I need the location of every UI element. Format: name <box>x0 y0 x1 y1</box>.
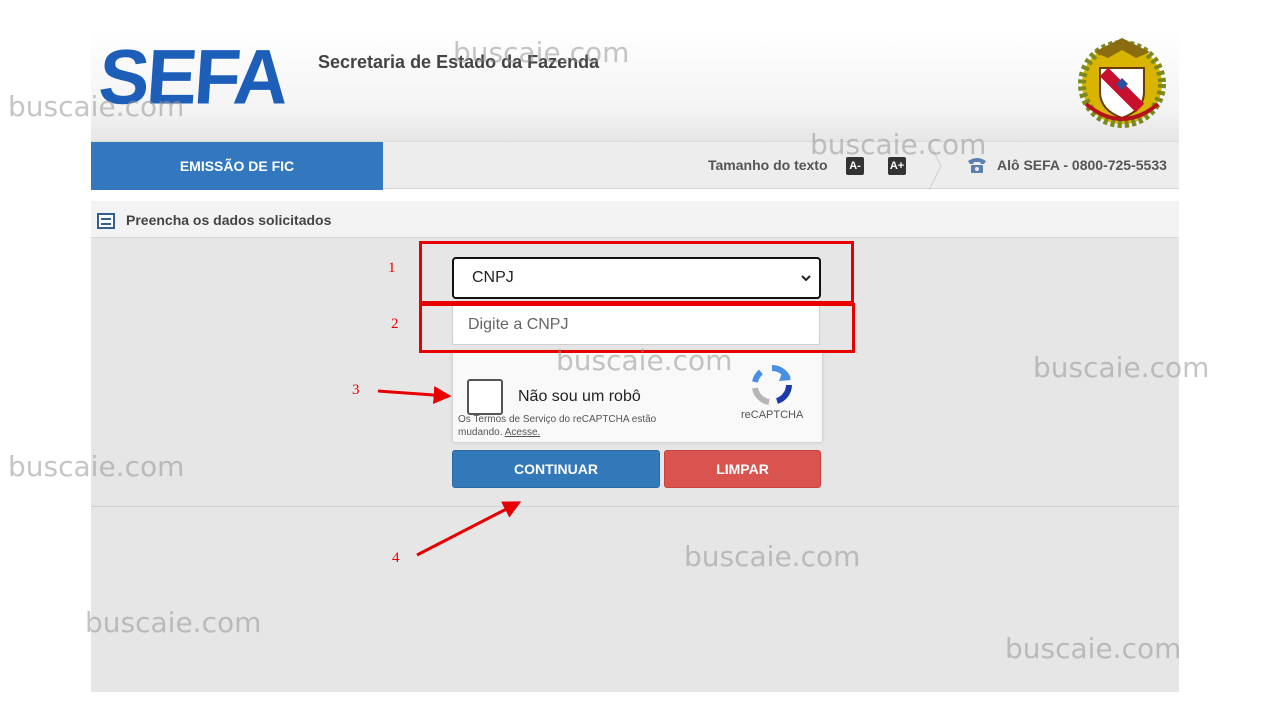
recaptcha-terms-link[interactable]: Acesse. <box>505 427 541 438</box>
decrease-font-button[interactable]: A- <box>846 157 864 175</box>
site-header: SEFA Secretaria de Estado da Fazenda <box>91 30 1179 141</box>
recaptcha-logo-icon <box>752 364 792 405</box>
recaptcha-widget: Não sou um robô reCAPTCHA Os Termos de S… <box>452 351 823 443</box>
text-size-label: Tamanho do texto <box>708 157 828 173</box>
form-icon <box>97 213 115 229</box>
phone-icon <box>968 158 986 173</box>
increase-font-button[interactable]: A+ <box>888 157 906 175</box>
page: SEFA Secretaria de Estado da Fazenda EMI… <box>0 0 1270 720</box>
recaptcha-terms: Os Termos de Serviço do reCAPTCHA estão … <box>458 413 698 439</box>
annotation-box-step-1 <box>419 241 854 304</box>
sefa-logo[interactable]: SEFA <box>96 34 288 121</box>
section-header: Preencha os dados solicitados <box>91 201 1179 238</box>
recaptcha-brand: reCAPTCHA <box>741 409 804 421</box>
recaptcha-checkbox[interactable] <box>467 379 503 415</box>
state-crest-icon <box>1078 38 1166 128</box>
department-title: Secretaria de Estado da Fazenda <box>318 52 600 72</box>
continue-button[interactable]: CONTINUAR <box>452 450 660 488</box>
annotation-number-2: 2 <box>391 316 399 332</box>
clear-button[interactable]: LIMPAR <box>664 450 821 488</box>
recaptcha-label: Não sou um robô <box>518 388 641 405</box>
recaptcha-terms-text: Os Termos de Serviço do reCAPTCHA estão … <box>458 414 657 438</box>
annotation-number-1: 1 <box>388 260 396 276</box>
form-divider <box>91 506 1179 507</box>
phone-contact: Alô SEFA - 0800-725-5533 <box>997 157 1167 173</box>
section-title: Preencha os dados solicitados <box>126 212 332 228</box>
annotation-number-4: 4 <box>392 550 400 566</box>
annotation-box-step-2 <box>419 303 855 353</box>
tab-emissao-de-fic[interactable]: EMISSÃO DE FIC <box>91 142 383 190</box>
nav-separator <box>929 142 942 190</box>
nav-bar: EMISSÃO DE FIC Tamanho do texto A- A+ Al… <box>91 141 1179 190</box>
annotation-number-3: 3 <box>352 382 360 398</box>
